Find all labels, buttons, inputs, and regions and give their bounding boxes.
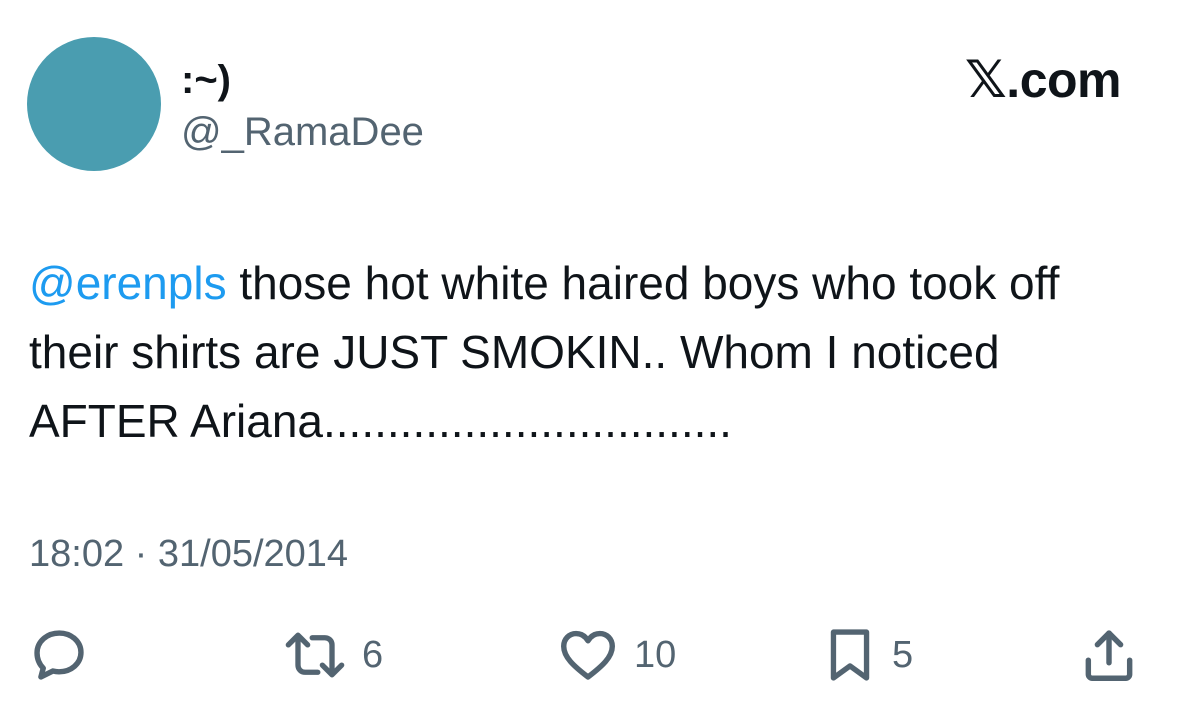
author-display-name[interactable]: :~) bbox=[181, 56, 231, 104]
author-handle[interactable]: @_RamaDee bbox=[181, 108, 424, 156]
reply-icon bbox=[28, 624, 90, 686]
reply-button[interactable] bbox=[28, 620, 90, 690]
tweet-timestamp[interactable]: 18:02 · 31/05/2014 bbox=[29, 530, 348, 578]
share-icon bbox=[1078, 624, 1140, 686]
x-glyph: 𝕏 bbox=[964, 51, 1007, 109]
avatar[interactable] bbox=[27, 37, 161, 171]
bookmark-count: 5 bbox=[892, 634, 914, 676]
tweet-card: :~) @_RamaDee 𝕏.com @erenpls those hot w… bbox=[0, 0, 1179, 717]
mention-link[interactable]: @erenpls bbox=[29, 257, 227, 309]
bookmark-icon bbox=[822, 624, 878, 686]
heart-icon bbox=[556, 624, 620, 686]
action-bar: 6 10 5 bbox=[0, 620, 1179, 690]
like-count: 10 bbox=[634, 634, 677, 676]
retweet-icon bbox=[282, 624, 348, 686]
retweet-button[interactable]: 6 bbox=[282, 620, 383, 690]
brand-suffix: .com bbox=[1006, 52, 1121, 108]
x-logo: 𝕏.com bbox=[964, 50, 1122, 110]
retweet-count: 6 bbox=[362, 634, 384, 676]
share-button[interactable] bbox=[1078, 620, 1140, 690]
tweet-body: @erenpls those hot white haired boys who… bbox=[29, 249, 1139, 456]
like-button[interactable]: 10 bbox=[556, 620, 676, 690]
bookmark-button[interactable]: 5 bbox=[822, 620, 913, 690]
